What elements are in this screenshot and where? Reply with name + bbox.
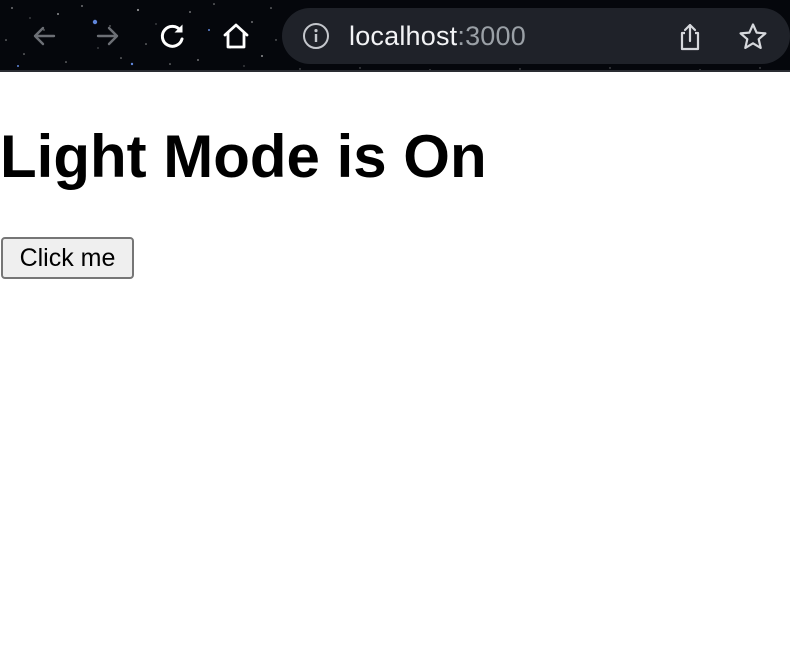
click-me-button[interactable]: Click me <box>1 237 134 279</box>
share-icon[interactable] <box>674 21 706 53</box>
address-bar[interactable]: localhost:3000 <box>282 8 790 64</box>
arrow-left-icon <box>33 26 56 46</box>
reload-icon <box>160 24 184 48</box>
arrow-right-icon <box>96 26 119 46</box>
url-port: :3000 <box>457 21 526 51</box>
page-title: Light Mode is On <box>0 123 487 190</box>
info-icon[interactable] <box>302 22 330 50</box>
home-button[interactable] <box>218 18 254 54</box>
browser-toolbar: localhost:3000 <box>0 0 790 72</box>
url-text[interactable]: localhost:3000 <box>349 19 526 53</box>
url-host: localhost <box>349 21 458 51</box>
star-icon[interactable] <box>737 21 769 53</box>
forward-button[interactable] <box>90 18 126 54</box>
reload-button[interactable] <box>154 18 190 54</box>
home-icon <box>223 23 249 49</box>
back-button[interactable] <box>26 18 62 54</box>
